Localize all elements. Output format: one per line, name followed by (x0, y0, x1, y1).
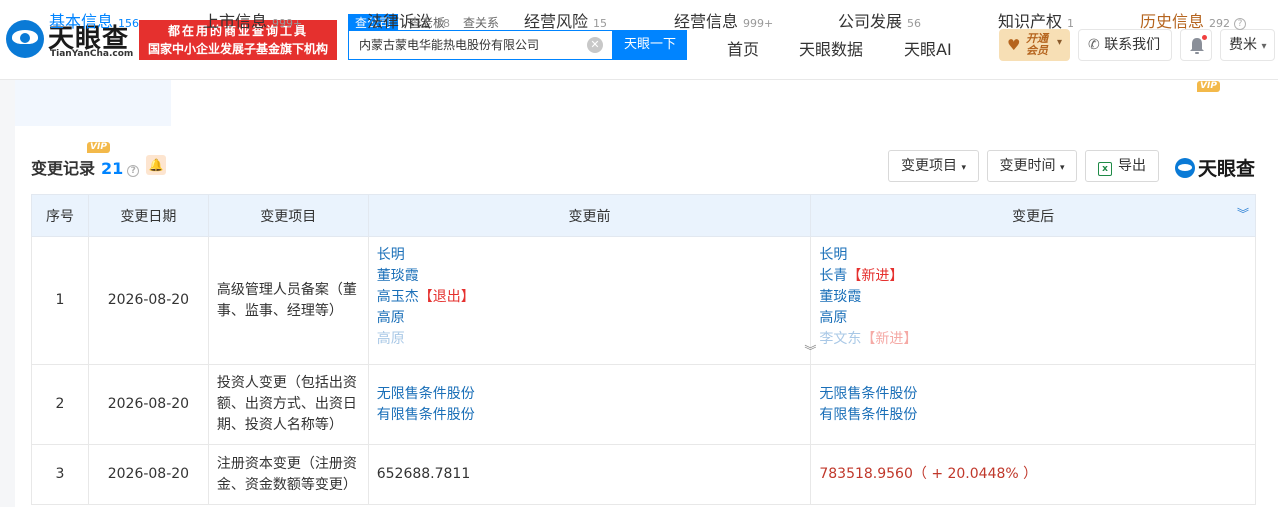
chevron-down-icon: ▾ (1261, 41, 1267, 52)
row-no: 1 (31, 236, 89, 365)
export-button[interactable]: x 导出 (1085, 150, 1159, 182)
help-icon: ? (1234, 18, 1247, 30)
shareholder-link[interactable]: 无限售条件股份 (377, 384, 803, 405)
tab-company-development[interactable]: 公司发展 56 (838, 0, 921, 46)
row-before: 无限售条件股份 有限售条件股份 (367, 364, 812, 445)
expand-chevron-icon[interactable]: ︾ (804, 341, 816, 362)
shareholder-link[interactable]: 有限售条件股份 (819, 405, 1247, 426)
tab-listing-info[interactable]: 上市信息 999+ (203, 0, 302, 46)
history-vip-badge: VIP (1197, 81, 1220, 92)
shareholder-link[interactable]: 无限售条件股份 (819, 384, 1247, 405)
table-row: 3 2026-08-20 注册资本变更（注册资金、资金数额等变更） 652688… (31, 444, 1256, 505)
phone-icon: ✆ (1088, 37, 1100, 53)
collapse-chevron-icon[interactable]: ︾ (1237, 205, 1249, 222)
shareholder-link[interactable]: 有限售条件股份 (377, 405, 803, 426)
help-icon[interactable]: ? (127, 165, 140, 177)
row-date: 2026-08-20 (87, 444, 209, 505)
section-vip-badge: VIP (87, 142, 110, 153)
tab-basic-info[interactable]: 基本信息 156 (49, 0, 139, 46)
person-link[interactable]: 高原 (377, 308, 803, 329)
col-header-before: 变更前 (367, 194, 812, 237)
tab-intellectual-property[interactable]: 知识产权 1 (998, 0, 1074, 46)
table-row: 1 2026-08-20 高级管理人员备案（董事、监事、经理等） 长明 董琰霞 … (31, 236, 1256, 365)
row-date: 2026-08-20 (87, 236, 209, 365)
tab-history-info[interactable]: 历史信息 292? (1140, 0, 1247, 46)
person-link[interactable]: 高原 (377, 329, 803, 350)
logo-subtext: TianYanCha.com (50, 49, 134, 59)
active-tab-background (15, 80, 171, 126)
filter-change-item-button[interactable]: 变更项目 ▾ (888, 150, 979, 182)
person-link[interactable]: 长明 (377, 245, 803, 266)
row-item: 注册资本变更（注册资金、资金数额等变更） (207, 444, 369, 505)
excel-icon: x (1098, 162, 1112, 176)
tab-business-risk[interactable]: 经营风险 15 (524, 0, 607, 46)
tab-litigation[interactable]: 法律诉讼 78 (367, 0, 450, 46)
col-header-no: 序号 (31, 194, 89, 237)
person-link[interactable]: 高原 (819, 308, 1247, 329)
row-after-value: 783518.9560（ + 20.0448% ） (810, 444, 1256, 505)
person-link[interactable]: 董琰霞 (377, 266, 803, 287)
row-date: 2026-08-20 (87, 364, 209, 445)
col-header-item: 变更项目 (207, 194, 369, 237)
new-tag: 【新进】 (861, 331, 918, 347)
eye-logo-icon (1175, 158, 1195, 178)
person-link[interactable]: 长青 (819, 268, 847, 284)
col-header-date: 变更日期 (87, 194, 209, 237)
table-header-row: 序号 变更日期 变更项目 变更前 变更后 ︾ (31, 194, 1256, 237)
row-after: 长明 长青【新进】 董琰霞 高原 李文东【新进】 (810, 236, 1256, 365)
col-header-after: 变更后 ︾ (810, 194, 1256, 237)
person-link[interactable]: 李文东 (819, 331, 861, 347)
row-no: 2 (31, 364, 89, 445)
eye-logo-icon (6, 20, 44, 58)
row-item: 投资人变更（包括出资额、出资方式、出资日期、投资人名称等） (207, 364, 369, 445)
monitor-bell-icon[interactable]: 🔔 (146, 155, 166, 175)
person-link[interactable]: 董琰霞 (819, 287, 1247, 308)
row-no: 3 (31, 444, 89, 505)
section-tabs-bar (15, 80, 1278, 126)
change-records-table: 序号 变更日期 变更项目 变更前 变更后 ︾ 1 2026-08-20 高级管理人… (31, 194, 1256, 505)
row-before: 长明 董琰霞 高玉杰【退出】 高原 高原 ︾ (367, 236, 816, 365)
section-title: 变更记录 21? (31, 155, 140, 179)
record-count: 21 (101, 159, 124, 178)
chevron-down-icon: ▾ (1059, 163, 1065, 173)
chevron-down-icon: ▾ (961, 163, 966, 173)
filter-change-time-button[interactable]: 变更时间 ▾ (987, 150, 1077, 182)
person-link[interactable]: 长明 (819, 245, 1247, 266)
person-link[interactable]: 高玉杰 (377, 289, 419, 305)
tianyancha-watermark: 天眼查 (1175, 154, 1255, 181)
new-tag: 【新进】 (847, 268, 904, 284)
row-before-value: 652688.7811 (367, 444, 812, 505)
tab-operation-info[interactable]: 经营信息 999+ (674, 0, 773, 46)
row-after: 无限售条件股份 有限售条件股份 (810, 364, 1256, 445)
exit-tag: 【退出】 (418, 289, 475, 305)
table-row: 2 2026-08-20 投资人变更（包括出资额、出资方式、出资日期、投资人名称… (31, 364, 1256, 445)
row-item: 高级管理人员备案（董事、监事、经理等） (207, 236, 369, 365)
